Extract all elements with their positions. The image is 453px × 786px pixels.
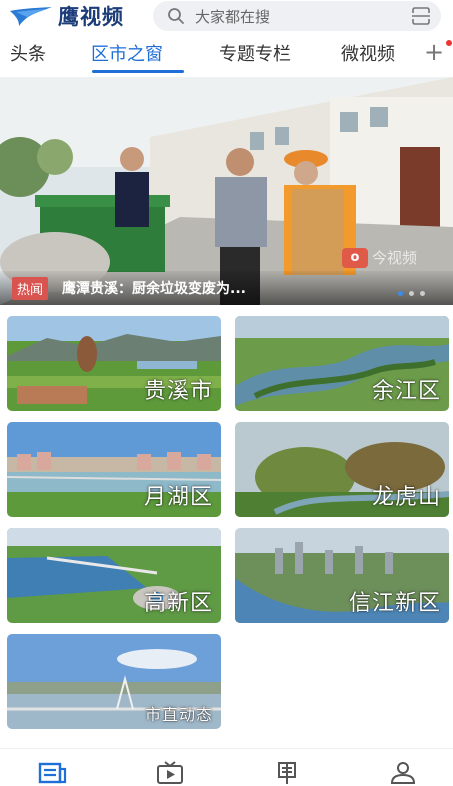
carousel-indicator xyxy=(398,291,425,296)
channel-tabs: 头条 区市之窗 专题专栏 微视频 + xyxy=(0,36,453,76)
carousel-dot[interactable] xyxy=(420,291,425,296)
nav-video[interactable] xyxy=(155,761,185,785)
tile-label: 高新区 xyxy=(143,591,213,616)
hot-news-tag: 热闻 xyxy=(12,276,49,300)
tile-guixi[interactable]: 贵溪市 xyxy=(7,316,221,411)
tab-micro-video[interactable]: 微视频 xyxy=(341,40,395,66)
tile-xinjiang[interactable]: 信江新区 xyxy=(235,528,449,623)
app-logo: 鹰视频 xyxy=(8,1,148,31)
nav-news[interactable] xyxy=(38,761,68,785)
tile-yuehu[interactable]: 月湖区 xyxy=(7,422,221,517)
tile-yujiang[interactable]: 余江区 xyxy=(235,316,449,411)
tile-label: 龙虎山 xyxy=(371,485,441,510)
column-icon xyxy=(278,762,296,784)
add-channel-icon[interactable]: + xyxy=(424,38,444,66)
search-icon xyxy=(168,8,184,24)
tile-gaoxin[interactable]: 高新区 xyxy=(7,528,221,623)
notification-dot xyxy=(446,40,452,46)
active-tab-indicator xyxy=(92,70,184,73)
profile-icon xyxy=(390,762,416,784)
video-icon xyxy=(157,761,183,784)
tab-district-window[interactable]: 区市之窗 xyxy=(91,40,163,66)
bottom-navigation xyxy=(0,748,453,786)
headline-banner[interactable]: o 今视频 热闻 鹰潭贵溪：厨余垃圾变废为... xyxy=(0,77,453,305)
search-placeholder[interactable]: 大家都在搜 xyxy=(195,6,411,27)
scan-icon[interactable] xyxy=(411,7,431,25)
app-header: 鹰视频 大家都在搜 xyxy=(0,0,453,32)
carousel-dot[interactable] xyxy=(409,291,414,296)
search-bar[interactable]: 大家都在搜 xyxy=(153,1,441,31)
tile-label: 月湖区 xyxy=(143,485,213,510)
nav-profile[interactable] xyxy=(388,761,418,785)
nav-column[interactable] xyxy=(272,761,302,785)
tile-longhushan[interactable]: 龙虎山 xyxy=(235,422,449,517)
tile-label: 市直动态 xyxy=(144,705,213,724)
tile-label: 信江新区 xyxy=(348,591,441,616)
tab-special-topics[interactable]: 专题专栏 xyxy=(219,40,291,66)
app-name: 鹰视频 xyxy=(58,5,124,29)
news-icon xyxy=(38,762,67,784)
tab-headlines[interactable]: 头条 xyxy=(10,40,46,66)
tile-label: 贵溪市 xyxy=(143,379,213,404)
tile-city-news[interactable]: 市直动态 xyxy=(7,634,221,729)
banner-caption-bar: 热闻 鹰潭贵溪：厨余垃圾变废为... xyxy=(0,271,453,305)
tile-label: 余江区 xyxy=(371,379,441,404)
carousel-dot[interactable] xyxy=(398,291,403,296)
banner-caption[interactable]: 鹰潭贵溪：厨余垃圾变废为... xyxy=(62,278,246,298)
eagle-logo-icon xyxy=(10,7,52,26)
watermark-text: 今视频 xyxy=(372,249,418,267)
watermark-logo-icon: o xyxy=(342,247,368,268)
banner-watermark: o 今视频 xyxy=(342,247,417,268)
